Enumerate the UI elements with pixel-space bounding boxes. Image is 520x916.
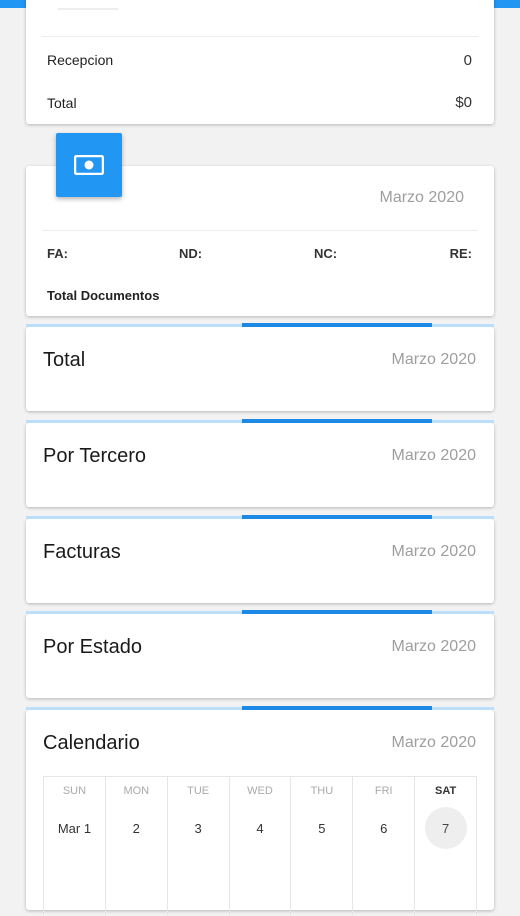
doc-type-nc: NC: bbox=[314, 246, 338, 261]
calendar-day-mon[interactable]: MON 2 bbox=[106, 777, 168, 916]
day-of-week-label: TUE bbox=[187, 785, 210, 797]
divider bbox=[42, 36, 478, 37]
day-number: 6 bbox=[380, 821, 388, 836]
calendar-day-wed[interactable]: WED 4 bbox=[230, 777, 292, 916]
recepcion-label: Recepcion bbox=[47, 52, 114, 68]
total-value: $0 bbox=[455, 94, 472, 111]
progress-indicator bbox=[242, 706, 432, 710]
section-date: Marzo 2020 bbox=[391, 447, 477, 464]
calendar-day-tue[interactable]: TUE 3 bbox=[168, 777, 230, 916]
progress-indicator bbox=[242, 515, 432, 519]
section-title: Facturas bbox=[43, 541, 121, 563]
section-date: Marzo 2020 bbox=[391, 638, 477, 655]
doc-type-fa: FA: bbox=[47, 246, 68, 261]
progress-indicator bbox=[242, 419, 432, 423]
calendar-date: Marzo 2020 bbox=[391, 734, 477, 751]
calendar-title: Calendario bbox=[43, 732, 140, 754]
doc-type-re: RE: bbox=[449, 246, 472, 261]
day-number: Mar 1 bbox=[57, 821, 92, 836]
total-documentos-label: Total Documentos bbox=[47, 288, 160, 303]
calendar-day-sun[interactable]: SUN Mar 1 bbox=[44, 777, 106, 916]
calendar-day-thu[interactable]: THU 5 bbox=[291, 777, 354, 916]
card-date: Marzo 2020 bbox=[379, 189, 465, 206]
progress-indicator bbox=[242, 610, 432, 614]
section-card-por-tercero[interactable]: Por Tercero Marzo 2020 bbox=[26, 419, 494, 507]
day-of-week-label: SUN bbox=[62, 785, 87, 797]
section-title: Por Estado bbox=[43, 636, 142, 658]
calendar-grid: SUN Mar 1 MON 2 TUE 3 WED 4 THU 5 FRI 6 … bbox=[43, 776, 477, 916]
money-icon-badge bbox=[56, 133, 122, 197]
doc-type-nd: ND: bbox=[179, 246, 203, 261]
day-number-today: 7 bbox=[441, 821, 450, 836]
day-number: 4 bbox=[256, 821, 264, 836]
section-card-facturas[interactable]: Facturas Marzo 2020 bbox=[26, 515, 494, 603]
day-number: 2 bbox=[132, 821, 140, 836]
money-icon bbox=[74, 155, 104, 175]
section-date: Marzo 2020 bbox=[391, 543, 477, 560]
section-date: Marzo 2020 bbox=[391, 351, 477, 368]
recepcion-value: 0 bbox=[463, 52, 472, 69]
card-header-fragment bbox=[58, 0, 118, 10]
section-title: Por Tercero bbox=[43, 445, 147, 467]
day-number: 3 bbox=[194, 821, 202, 836]
day-of-week-label: SAT bbox=[434, 785, 457, 797]
day-of-week-label: MON bbox=[123, 785, 150, 797]
day-of-week-label: FRI bbox=[374, 785, 393, 797]
calendar-day-fri[interactable]: FRI 6 bbox=[353, 777, 416, 916]
calendar-day-sat[interactable]: SAT 7 bbox=[415, 777, 476, 916]
day-of-week-label: WED bbox=[247, 785, 273, 797]
progress-indicator bbox=[242, 323, 432, 327]
total-label: Total bbox=[47, 95, 77, 111]
section-card-total[interactable]: Total Marzo 2020 bbox=[26, 323, 494, 411]
section-card-por-estado[interactable]: Por Estado Marzo 2020 bbox=[26, 610, 494, 698]
calendar-card: Calendario Marzo 2020 SUN Mar 1 MON 2 TU… bbox=[26, 706, 494, 916]
section-title: Total bbox=[43, 349, 86, 371]
day-number: 5 bbox=[318, 821, 326, 836]
day-of-week-label: THU bbox=[310, 785, 334, 797]
divider bbox=[42, 230, 478, 231]
summary-card: Recepcion 0 Total $0 bbox=[26, 0, 494, 124]
